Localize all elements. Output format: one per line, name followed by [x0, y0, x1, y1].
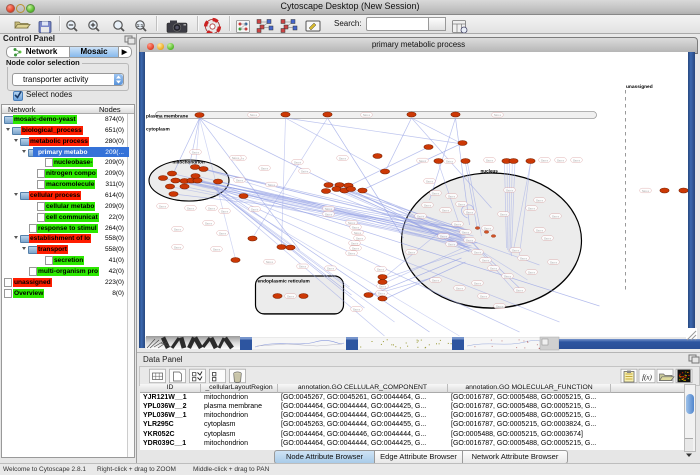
- svg-text:Sxx-x: Sxx-x: [379, 284, 387, 288]
- svg-text:Sxx-x: Sxx-x: [642, 189, 650, 193]
- svg-text:Sxx-x: Sxx-x: [417, 214, 425, 218]
- svg-text:Sxx-x: Sxx-x: [454, 222, 462, 226]
- svg-text:Sxx-x: Sxx-x: [544, 236, 552, 240]
- svg-text:Sxx-x: Sxx-x: [432, 191, 440, 195]
- svg-text:Sxx-x: Sxx-x: [426, 179, 434, 183]
- svg-text:Sxx-x: Sxx-x: [236, 178, 244, 182]
- svg-text:Sxx-x: Sxx-x: [528, 270, 536, 274]
- svg-text:Sxx-x: Sxx-x: [494, 113, 502, 117]
- svg-text:Sxx-x: Sxx-x: [174, 227, 182, 231]
- svg-text:Sxx-x: Sxx-x: [221, 209, 229, 213]
- svg-text:Sxx-x: Sxx-x: [446, 159, 454, 163]
- svg-text:Sxx-x: Sxx-x: [500, 212, 508, 216]
- svg-text:Sxx-x: Sxx-x: [354, 231, 362, 235]
- svg-text:Sxx-x: Sxx-x: [348, 251, 356, 255]
- svg-text:Sxx-x: Sxx-x: [552, 214, 560, 218]
- svg-text:Sxx-x: Sxx-x: [352, 225, 360, 229]
- svg-text:Sxx-x: Sxx-x: [557, 158, 565, 162]
- svg-text:cytoplasm: cytoplasm: [146, 127, 170, 133]
- svg-text:Sxx-x: Sxx-x: [448, 194, 456, 198]
- svg-text:Sxx-x: Sxx-x: [424, 203, 432, 207]
- svg-text:Sxx-x: Sxx-x: [466, 210, 474, 214]
- svg-text:f(x): f(x): [642, 374, 652, 382]
- svg-text:Sxx-x: Sxx-x: [528, 206, 536, 210]
- svg-text:nucleus: nucleus: [481, 169, 499, 174]
- svg-text:Sxx-x: Sxx-x: [348, 221, 356, 225]
- svg-text:Sxx-x: Sxx-x: [327, 267, 335, 271]
- svg-text:Sxx-x: Sxx-x: [174, 245, 182, 249]
- svg-text:Sxx-x: Sxx-x: [261, 166, 269, 170]
- svg-text:Sxx-x: Sxx-x: [299, 265, 307, 269]
- svg-text:endoplasmic reticulum: endoplasmic reticulum: [258, 279, 310, 285]
- svg-text:Sxx-x: Sxx-x: [353, 307, 361, 311]
- svg-text:Sxx-x: Sxx-x: [466, 238, 474, 242]
- svg-text:Sxx-x: Sxx-x: [325, 207, 333, 211]
- svg-text:Sxx-x: Sxx-x: [205, 221, 213, 225]
- svg-text:Sxx-x: Sxx-x: [536, 198, 544, 202]
- svg-text:Sxx-x: Sxx-x: [432, 278, 440, 282]
- svg-text:mitochondrion: mitochondrion: [173, 160, 205, 165]
- svg-text:Sxx-x: Sxx-x: [516, 288, 524, 292]
- svg-text:Sxx-x: Sxx-x: [474, 250, 482, 254]
- svg-text:Sxx-x: Sxx-x: [266, 260, 274, 264]
- svg-text:1:1: 1:1: [137, 23, 144, 28]
- svg-text:Sxx-x: Sxx-x: [356, 236, 364, 240]
- svg-text:Sxx-x: Sxx-x: [301, 169, 309, 173]
- svg-text:Sxx-x: Sxx-x: [408, 250, 416, 254]
- svg-text:Sxx-x: Sxx-x: [490, 266, 498, 270]
- svg-text:Sxx-x: Sxx-x: [474, 281, 482, 285]
- svg-text:Sxx-x: Sxx-x: [482, 258, 490, 262]
- svg-text:Sxx-x: Sxx-x: [352, 246, 360, 250]
- svg-text:Sxx-x: Sxx-x: [208, 206, 216, 210]
- svg-text:Sxx-x: Sxx-x: [504, 274, 512, 278]
- svg-text:Sxx-x: Sxx-x: [159, 204, 167, 208]
- svg-text:Sxx-x: Sxx-x: [219, 231, 227, 235]
- svg-text:Sxx-x: Sxx-x: [268, 183, 276, 187]
- svg-text:Sxx-x: Sxx-x: [458, 202, 466, 206]
- svg-text:Sxx-x: Sxx-x: [440, 234, 448, 238]
- svg-text:Sxx-x: Sxx-x: [496, 304, 504, 308]
- svg-text:Sxx-x: Sxx-x: [232, 156, 240, 160]
- svg-text:Sxx-x: Sxx-x: [339, 156, 347, 160]
- svg-text:Sxx-x: Sxx-x: [377, 267, 385, 271]
- svg-text:Sxx-x: Sxx-x: [351, 241, 359, 245]
- svg-text:Sxx-x: Sxx-x: [325, 212, 333, 216]
- svg-text:plasma membrane: plasma membrane: [146, 114, 188, 120]
- svg-text:Sxx-x: Sxx-x: [486, 158, 494, 162]
- svg-text:unassigned: unassigned: [626, 84, 653, 90]
- svg-text:Sxx-x: Sxx-x: [480, 294, 488, 298]
- svg-text:Sxx-x: Sxx-x: [192, 150, 200, 154]
- svg-text:Sxx-x: Sxx-x: [251, 207, 259, 211]
- svg-text:Sxx-x: Sxx-x: [573, 158, 581, 162]
- svg-text:Sxx-x: Sxx-x: [536, 228, 544, 232]
- svg-text:Sxx-x: Sxx-x: [448, 242, 456, 246]
- svg-text:Sxx-x: Sxx-x: [187, 206, 195, 210]
- svg-text:Sxx-x: Sxx-x: [550, 260, 558, 264]
- svg-text:Sxx-x: Sxx-x: [462, 230, 470, 234]
- svg-text:Sxx-x: Sxx-x: [520, 256, 528, 260]
- svg-text:Sxx-x: Sxx-x: [378, 291, 386, 295]
- svg-text:Sxx-x: Sxx-x: [541, 158, 549, 162]
- svg-text:Sxx-x: Sxx-x: [456, 286, 464, 290]
- svg-text:Sxx-x: Sxx-x: [506, 188, 514, 192]
- svg-text:Sxx-x: Sxx-x: [287, 294, 295, 298]
- svg-text:Sxx-x: Sxx-x: [250, 113, 258, 117]
- svg-text:Sxx-x: Sxx-x: [213, 247, 221, 251]
- svg-text:Sxx-x: Sxx-x: [512, 248, 520, 252]
- svg-text:Sxx-x: Sxx-x: [442, 208, 450, 212]
- svg-text:Sxx-x: Sxx-x: [294, 160, 302, 164]
- svg-text:Sxx-x: Sxx-x: [419, 159, 427, 163]
- svg-text:Sxx-x: Sxx-x: [484, 226, 492, 230]
- svg-text:Sxx-x: Sxx-x: [363, 113, 371, 117]
